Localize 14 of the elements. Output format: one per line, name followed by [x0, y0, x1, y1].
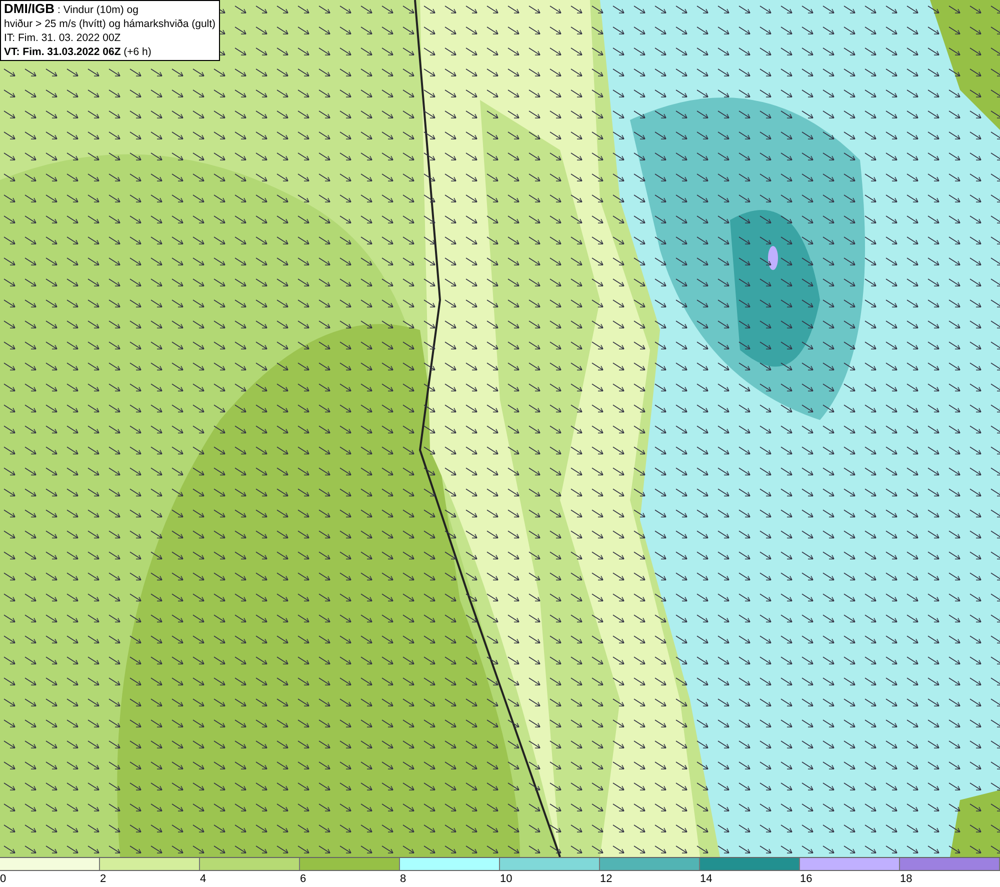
info-line: IT: Fim. 31. 03. 2022 00Z	[4, 31, 122, 45]
legend-tick-label: 2	[100, 872, 106, 887]
legend-tick-label: 12	[600, 872, 612, 887]
legend-tick-label: 6	[300, 872, 306, 887]
map-title: DMI/IGB : Vindur (10m) og	[4, 2, 140, 17]
legend-tick-label: 8	[400, 872, 406, 887]
info-line: hviður > 25 m/s (hvítt) og hámarkshviða (gult)	[4, 17, 216, 31]
info-line: VT: Fim. 31.03.2022 06Z (+6 h)	[4, 45, 152, 59]
legend-tick-label: 14	[700, 872, 712, 887]
legend-tick-label: 18	[900, 872, 912, 887]
legend-tick-label: 4	[200, 872, 206, 887]
legend-tick-label: 16	[800, 872, 812, 887]
legend-tick-label: 10	[500, 872, 512, 887]
legend-tick-label: 0	[0, 872, 6, 887]
